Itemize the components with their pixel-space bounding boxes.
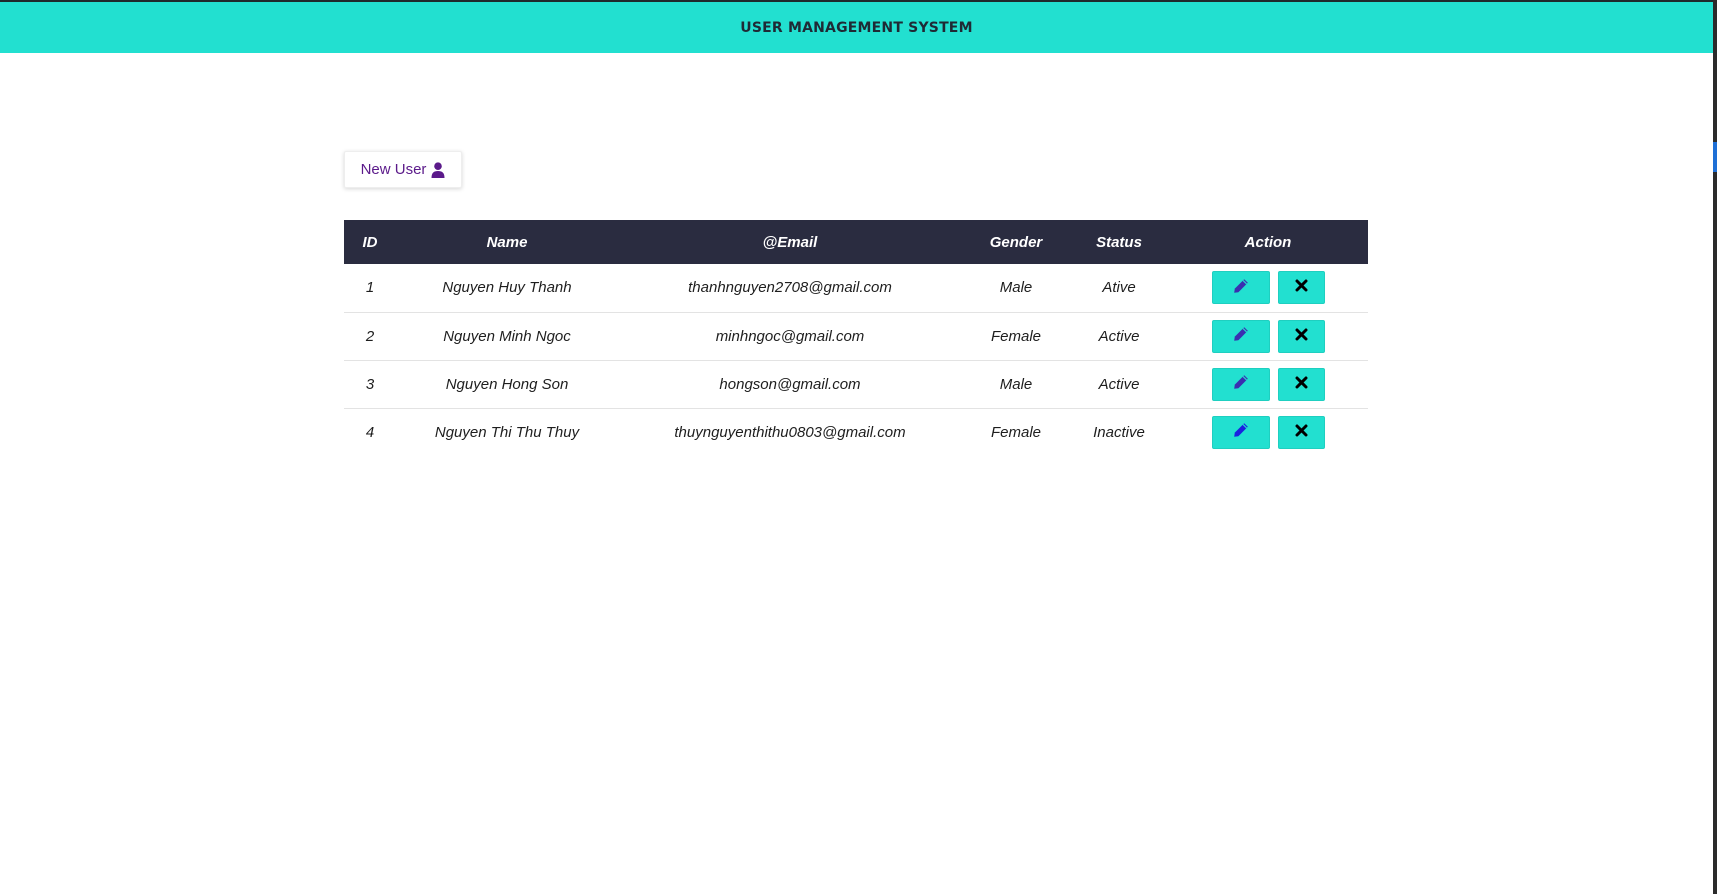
- column-header-email: @Email: [762, 233, 818, 251]
- table-row: 2 Nguyen Minh Ngoc minhngoc@gmail.com Fe…: [344, 312, 1368, 360]
- cell-gender: Male: [999, 375, 1033, 393]
- delete-button[interactable]: [1277, 319, 1325, 353]
- column-header-status: Status: [1096, 233, 1142, 251]
- cell-name: Nguyen Huy Thanh: [442, 279, 572, 297]
- cell-actions: [1168, 360, 1368, 408]
- cell-id: 3: [365, 375, 375, 393]
- edit-button[interactable]: [1211, 319, 1270, 353]
- delete-button[interactable]: [1277, 367, 1325, 401]
- close-icon: [1295, 424, 1308, 441]
- cell-actions: [1168, 264, 1368, 312]
- pencil-icon: [1233, 326, 1249, 346]
- cell-status: Inactive: [1093, 423, 1145, 441]
- cell-actions: [1168, 312, 1368, 360]
- cell-id: 4: [365, 423, 375, 441]
- page-title: USER MANAGEMENT SYSTEM: [740, 19, 973, 36]
- close-icon: [1295, 328, 1308, 345]
- edit-button[interactable]: [1211, 367, 1270, 401]
- cell-status: Active: [1098, 327, 1140, 345]
- table-header-row: ID Name @Email Gender Status Action: [344, 220, 1368, 264]
- cell-email: thanhnguyen2708@gmail.com: [688, 279, 892, 297]
- cell-email: minhngoc@gmail.com: [715, 327, 865, 345]
- cell-gender: Female: [990, 327, 1042, 345]
- column-header-id: ID: [362, 233, 378, 251]
- cell-email: thuynguyenthithu0803@gmail.com: [674, 423, 906, 441]
- cell-name: Nguyen Thi Thu Thuy: [434, 423, 580, 441]
- cell-actions: [1168, 408, 1368, 456]
- edit-button[interactable]: [1211, 271, 1270, 305]
- table-row: 1 Nguyen Huy Thanh thanhnguyen2708@gmail…: [344, 264, 1368, 312]
- user-icon: [431, 161, 445, 178]
- close-icon: [1295, 376, 1308, 393]
- cell-gender: Male: [999, 279, 1033, 297]
- scrollbar-thumb[interactable]: [1713, 142, 1717, 172]
- cell-name: Nguyen Hong Son: [445, 375, 569, 393]
- new-user-label: New User: [360, 161, 427, 178]
- cell-name: Nguyen Minh Ngoc: [443, 327, 571, 345]
- cell-gender: Female: [990, 423, 1042, 441]
- cell-email: hongson@gmail.com: [719, 375, 861, 393]
- column-header-action: Action: [1244, 233, 1292, 251]
- table-row: 4 Nguyen Thi Thu Thuy thuynguyenthithu08…: [344, 408, 1368, 456]
- delete-button[interactable]: [1277, 415, 1325, 449]
- app-header: USER MANAGEMENT SYSTEM: [0, 2, 1713, 53]
- cell-status: Active: [1098, 375, 1140, 393]
- column-header-gender: Gender: [989, 233, 1043, 251]
- cell-id: 2: [365, 327, 375, 345]
- edit-button[interactable]: [1211, 415, 1270, 449]
- close-icon: [1295, 279, 1308, 296]
- cell-status: Ative: [1102, 279, 1136, 297]
- table-row: 3 Nguyen Hong Son hongson@gmail.com Male…: [344, 360, 1368, 408]
- users-table: ID Name @Email Gender Status Action 1 Ng…: [344, 220, 1368, 456]
- window-scrollbar[interactable]: [1713, 0, 1717, 894]
- pencil-icon: [1233, 374, 1249, 394]
- new-user-button[interactable]: New User: [344, 151, 462, 188]
- pencil-icon: [1233, 278, 1249, 298]
- delete-button[interactable]: [1277, 271, 1325, 305]
- column-header-name: Name: [486, 233, 528, 251]
- cell-id: 1: [365, 279, 375, 297]
- pencil-icon: [1233, 422, 1249, 442]
